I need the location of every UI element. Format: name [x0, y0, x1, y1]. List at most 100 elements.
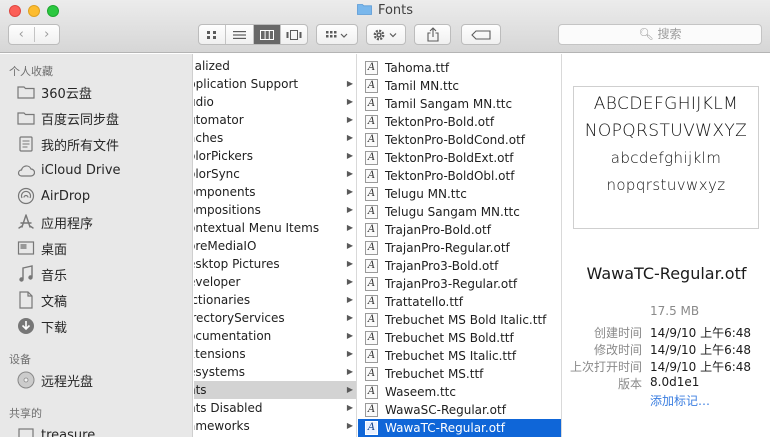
font-file-row[interactable]: A Trebuchet MS Bold.ttf — [358, 329, 561, 347]
sidebar-item-label: 应用程序 — [41, 216, 94, 232]
library-folder-row[interactable]: udio ▶ — [194, 93, 356, 111]
sample-uppercase-1: ABCDEFGHIJKLM — [593, 94, 739, 114]
library-folder-row[interactable]: esktop Pictures ▶ — [194, 255, 356, 273]
font-file-icon: A — [365, 223, 378, 237]
font-file-icon: A — [365, 133, 378, 147]
forward-button[interactable]: › — [33, 27, 60, 42]
font-file-row[interactable]: A Telugu MN.ttc — [358, 185, 561, 203]
sidebar-item-360-cloud[interactable]: 360云盘 — [16, 81, 92, 103]
library-folder-row[interactable]: calized — [194, 57, 356, 75]
column-view-button[interactable] — [252, 25, 280, 44]
library-folder-row[interactable]: ameworks ▶ — [194, 417, 356, 435]
font-file-row[interactable]: A Trattatello.ttf — [358, 293, 561, 311]
font-file-icon: A — [365, 259, 378, 273]
library-folder-row[interactable]: xtensions ▶ — [194, 345, 356, 363]
library-folder-row[interactable]: ompositions ▶ — [194, 201, 356, 219]
disclosure-arrow-icon: ▶ — [346, 169, 353, 178]
library-folder-row[interactable]: oreMediaIO ▶ — [194, 237, 356, 255]
library-folder-row[interactable]: olorSync ▶ — [194, 165, 356, 183]
edit-tags-button[interactable] — [461, 24, 501, 45]
font-file-row[interactable]: A Trebuchet MS.ttf — [358, 365, 561, 383]
sidebar-item-baidu-sync[interactable]: 百度云同步盘 — [16, 107, 119, 129]
share-button[interactable] — [414, 24, 451, 45]
font-file-row[interactable]: A Waseem.ttc — [358, 383, 561, 401]
font-file-icon: A — [365, 385, 378, 399]
sidebar-item-treasure[interactable]: treasure — [16, 424, 95, 437]
cover-flow-icon — [286, 29, 302, 40]
disclosure-arrow-icon: ▶ — [346, 187, 353, 196]
font-file-name: Trebuchet MS Italic.ttf — [385, 349, 517, 363]
library-folder-row[interactable]: ontextual Menu Items ▶ — [194, 219, 356, 237]
font-file-row[interactable]: A TektonPro-BoldCond.otf — [358, 131, 561, 149]
font-file-row[interactable]: A TektonPro-Bold.otf — [358, 113, 561, 131]
font-file-row[interactable]: A Trebuchet MS Italic.ttf — [358, 347, 561, 365]
font-file-row[interactable]: A TrajanPro3-Regular.otf — [358, 275, 561, 293]
fonts-column: A Tahoma.ttf A Tamil MN.ttc A Tamil Sangam MN… — [358, 54, 562, 437]
search-field[interactable]: 🔍︎ 搜索 — [558, 24, 762, 45]
font-file-row[interactable]: A TektonPro-BoldObl.otf — [358, 167, 561, 185]
folder-name: calized — [194, 59, 230, 73]
disc-icon — [16, 371, 35, 390]
font-file-row[interactable]: A Tahoma.ttf — [358, 59, 561, 77]
search-icon: 🔍︎ — [638, 27, 654, 41]
library-folder-row[interactable]: esystems ▶ — [194, 363, 356, 381]
sidebar-item-label: iCloud Drive — [41, 162, 121, 178]
sidebar-item-downloads[interactable]: 下载 — [16, 315, 67, 337]
created-value: 14/9/10 上午6:48 — [650, 326, 752, 340]
font-file-row[interactable]: A TrajanPro-Bold.otf — [358, 221, 561, 239]
action-menu-button[interactable] — [366, 24, 406, 45]
library-folder-row[interactable]: nts ▶ — [194, 381, 356, 399]
font-file-icon: A — [365, 295, 378, 309]
font-file-icon: A — [365, 61, 378, 75]
font-file-row[interactable]: A Telugu Sangam MN.ttc — [358, 203, 561, 221]
sidebar-item-all-my-files[interactable]: 我的所有文件 — [16, 133, 119, 155]
sidebar-item-airdrop[interactable]: AirDrop — [16, 185, 90, 207]
font-file-row[interactable]: A WawaSC-Regular.otf — [358, 401, 561, 419]
sidebar-item-desktop[interactable]: 桌面 — [16, 237, 67, 259]
library-folder-row[interactable]: pplication Support ▶ — [194, 75, 356, 93]
sidebar-item-music[interactable]: 音乐 — [16, 263, 67, 285]
library-folder-row[interactable]: aches ▶ — [194, 129, 356, 147]
library-folder-row[interactable]: omponents ▶ — [194, 183, 356, 201]
font-file-row[interactable]: A TrajanPro-Regular.otf — [358, 239, 561, 257]
font-file-row[interactable]: A WawaTC-Regular.otf — [358, 419, 561, 437]
sidebar-item-label: 桌面 — [41, 242, 68, 258]
sidebar-item-documents[interactable]: 文稿 — [16, 289, 67, 311]
font-sample-preview: ABCDEFGHIJKLM NOPQRSTUVWXYZ abcdefghijkl… — [573, 86, 759, 229]
font-file-row[interactable]: A Tamil Sangam MN.ttc — [358, 95, 561, 113]
list-view-button[interactable] — [225, 25, 252, 44]
cloud-icon — [16, 161, 35, 180]
library-folder-row[interactable]: nts Disabled ▶ — [194, 399, 356, 417]
font-file-name: WawaTC-Regular.otf — [385, 421, 505, 435]
cover-flow-view-button[interactable] — [279, 25, 307, 44]
sidebar-item-applications[interactable]: 应用程序 — [16, 211, 93, 233]
sidebar: 个人收藏 360云盘 百度云同步盘 我的所有文件 iCloud Drive Ai… — [0, 54, 193, 437]
library-folder-row[interactable]: irectoryServices ▶ — [194, 309, 356, 327]
font-file-name: Tamil MN.ttc — [385, 79, 460, 93]
folder-icon — [357, 4, 372, 15]
disclosure-arrow-icon: ▶ — [346, 151, 353, 160]
font-file-row[interactable]: A TektonPro-BoldExt.otf — [358, 149, 561, 167]
disclosure-arrow-icon: ▶ — [346, 97, 353, 106]
font-file-row[interactable]: A Tamil MN.ttc — [358, 77, 561, 95]
applications-icon — [16, 213, 35, 232]
font-file-row[interactable]: A TrajanPro3-Bold.otf — [358, 257, 561, 275]
library-folder-row[interactable]: olorPickers ▶ — [194, 147, 356, 165]
version-value: 8.0d1e1 — [650, 375, 700, 389]
library-folder-row[interactable]: utomator ▶ — [194, 111, 356, 129]
sidebar-item-icloud-drive[interactable]: iCloud Drive — [16, 159, 121, 181]
library-folder-row[interactable]: ocumentation ▶ — [194, 327, 356, 345]
font-file-row[interactable]: A Trebuchet MS Bold Italic.ttf — [358, 311, 561, 329]
folder-icon — [16, 83, 35, 102]
library-folder-row[interactable]: ictionaries ▶ — [194, 291, 356, 309]
disclosure-arrow-icon: ▶ — [346, 79, 353, 88]
icon-view-button[interactable] — [199, 25, 225, 44]
font-file-icon: A — [365, 367, 378, 381]
sidebar-item-remote-disc[interactable]: 远程光盘 — [16, 369, 93, 391]
arrange-button[interactable] — [316, 24, 358, 45]
modified-value: 14/9/10 上午6:48 — [650, 343, 752, 357]
sidebar-item-label: 文稿 — [41, 294, 68, 310]
library-folder-row[interactable]: eveloper ▶ — [194, 273, 356, 291]
add-tags-link[interactable]: 添加标记… — [650, 392, 710, 409]
back-button[interactable]: ‹ — [9, 27, 34, 42]
